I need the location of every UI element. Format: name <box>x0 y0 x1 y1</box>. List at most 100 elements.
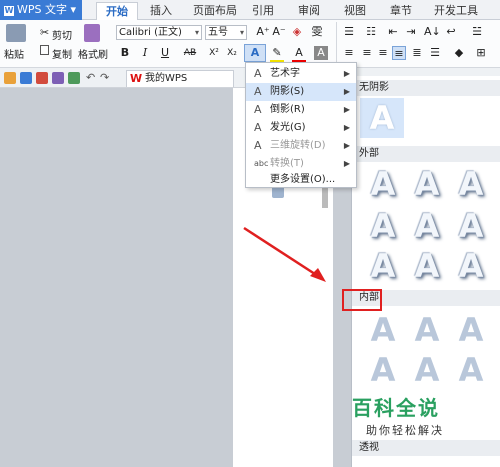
cut-button[interactable]: 剪切 <box>52 27 72 42</box>
text-effects-button[interactable]: A <box>244 44 266 62</box>
format-painter-icon[interactable] <box>84 24 100 42</box>
inner-shadow-option[interactable]: A <box>456 352 486 388</box>
print-icon[interactable] <box>52 72 64 84</box>
show-marks-button[interactable]: ↩ <box>444 25 458 39</box>
menu-item-more-settings[interactable]: 更多设置(O)... <box>246 171 356 189</box>
subscript-button[interactable]: X₂ <box>224 46 240 60</box>
tab-home[interactable]: 开始 <box>96 2 138 20</box>
format-painter-button[interactable]: 格式刷 <box>78 46 108 61</box>
inner-shadow-option[interactable]: A <box>412 352 442 388</box>
sort-button[interactable]: A↓ <box>424 25 441 39</box>
inner-shadow-option[interactable]: A <box>368 352 398 388</box>
numbering-button[interactable]: ☷ <box>364 25 378 39</box>
word-art-icon: A <box>254 67 262 80</box>
decrease-indent-button[interactable]: ⇤ <box>386 25 400 39</box>
justify-button[interactable]: ≡ <box>392 46 406 60</box>
print-preview-icon[interactable] <box>68 72 80 84</box>
app-menu-button[interactable]: W WPS 文字 ▾ <box>0 0 82 20</box>
tab-references[interactable]: 引用 <box>252 2 274 20</box>
highlight-button[interactable]: ✎ <box>270 46 284 60</box>
font-size-select[interactable]: 五号 ▾ <box>205 25 247 40</box>
redo-icon[interactable]: ↷ <box>100 71 109 84</box>
shrink-font-button[interactable]: A⁻ <box>272 25 286 39</box>
text-effects-menu: A 艺术字 ▶ A 阴影(S) ▶ A 倒影(R) ▶ A 发光(G) ▶ A 三维旋转(D) ▶ … <box>245 62 357 188</box>
outer-shadow-option[interactable]: A <box>412 208 442 244</box>
inner-shadow-option[interactable]: A <box>412 312 442 348</box>
superscript-button[interactable]: X² <box>206 46 222 60</box>
outer-shadow-option[interactable]: A <box>456 248 486 284</box>
undo-icon[interactable]: ↶ <box>86 71 95 84</box>
3d-rotation-icon: A <box>254 139 262 152</box>
export-pdf-icon[interactable] <box>36 72 48 84</box>
menu-item-glow[interactable]: A 发光(G) ▶ <box>246 119 356 137</box>
submenu-arrow-icon: ▶ <box>343 87 350 96</box>
outer-shadow-option[interactable]: A <box>456 208 486 244</box>
outer-shadow-option[interactable]: A <box>368 208 398 244</box>
copy-icon <box>40 45 49 55</box>
submenu-arrow-icon: ▶ <box>343 123 350 132</box>
letter-a-glyph: A <box>369 99 395 137</box>
outer-shadow-option[interactable]: A <box>368 166 398 202</box>
gallery-section-no-shadow: 无阴影 <box>352 80 500 96</box>
grow-font-button[interactable]: A⁺ <box>256 25 270 39</box>
strikethrough-button[interactable]: AB <box>180 46 200 60</box>
cut-icon: ✂ <box>40 26 50 39</box>
menu-item-shadow[interactable]: A 阴影(S) ▶ <box>246 83 356 101</box>
watermark-subtitle: 助你轻松解决 <box>366 424 444 437</box>
paste-button[interactable]: 粘贴 <box>4 46 24 61</box>
font-family-select[interactable]: Calibri (正文) ▾ <box>116 25 202 40</box>
clear-format-button[interactable]: ◈ <box>290 25 304 39</box>
shading-button[interactable]: ◆ <box>452 46 466 60</box>
menu-item-reflection[interactable]: A 倒影(R) ▶ <box>246 101 356 119</box>
italic-button[interactable]: I <box>138 46 152 60</box>
paste-icon[interactable] <box>6 24 26 42</box>
submenu-arrow-icon: ▶ <box>343 69 350 78</box>
watermark-title: 百科全说 <box>352 396 440 420</box>
increase-indent-button[interactable]: ⇥ <box>404 25 418 39</box>
bullets-button[interactable]: ☰ <box>342 25 356 39</box>
borders-button[interactable]: ⊞ <box>474 46 488 60</box>
font-color-button[interactable]: A <box>292 46 306 60</box>
distribute-button[interactable]: ≣ <box>410 46 424 60</box>
app-name: WPS 文字 <box>17 3 67 16</box>
tab-my-wps[interactable]: W 我的WPS <box>126 70 234 87</box>
underline-button[interactable]: U <box>158 46 172 60</box>
inner-shadow-option[interactable]: A <box>456 312 486 348</box>
reflection-icon: A <box>254 103 262 116</box>
paragraph-spacing-button[interactable]: ☰ <box>428 46 442 60</box>
menu-item-3d-rotation: A 三维旋转(D) ▶ <box>246 137 356 155</box>
align-center-button[interactable]: ≡ <box>360 46 374 60</box>
inner-shadow-option[interactable]: A <box>368 312 398 348</box>
tab-page-layout[interactable]: 页面布局 <box>193 2 237 20</box>
chevron-down-icon: ▾ <box>239 28 244 37</box>
outer-shadow-option[interactable]: A <box>456 166 486 202</box>
gallery-section-perspective: 透视 <box>352 440 500 456</box>
submenu-arrow-icon: ▶ <box>343 105 350 114</box>
chevron-down-icon: ▾ <box>194 28 199 37</box>
no-shadow-option[interactable]: A <box>360 98 404 138</box>
tab-view[interactable]: 视图 <box>344 2 366 20</box>
tab-chapter[interactable]: 章节 <box>390 2 412 20</box>
phonetic-button[interactable]: 雯 <box>310 25 324 39</box>
menu-item-word-art[interactable]: A 艺术字 ▶ <box>246 65 356 83</box>
shadow-icon: A <box>254 85 262 98</box>
copy-button[interactable]: 复制 <box>52 46 72 61</box>
gallery-section-outer: 外部 <box>352 146 500 162</box>
outer-shadow-option[interactable]: A <box>368 248 398 284</box>
bold-button[interactable]: B <box>118 46 132 60</box>
open-folder-icon[interactable] <box>4 72 16 84</box>
tab-insert[interactable]: 插入 <box>150 2 172 20</box>
outer-shadow-option[interactable]: A <box>412 248 442 284</box>
annotation-highlight-box <box>342 289 382 311</box>
outer-shadow-option[interactable]: A <box>412 166 442 202</box>
tab-developer[interactable]: 开发工具 <box>434 2 478 20</box>
watermark: 百科全说 助你轻松解决 <box>352 392 472 442</box>
char-shading-button[interactable]: A <box>314 46 328 60</box>
glow-icon: A <box>254 121 262 134</box>
line-spacing-button[interactable]: ☱ <box>470 25 484 39</box>
wps-logo-icon: W <box>4 6 14 16</box>
save-icon[interactable] <box>20 72 32 84</box>
align-right-button[interactable]: ≡ <box>376 46 390 60</box>
align-left-button[interactable]: ≡ <box>342 46 356 60</box>
tab-review[interactable]: 审阅 <box>298 2 320 20</box>
